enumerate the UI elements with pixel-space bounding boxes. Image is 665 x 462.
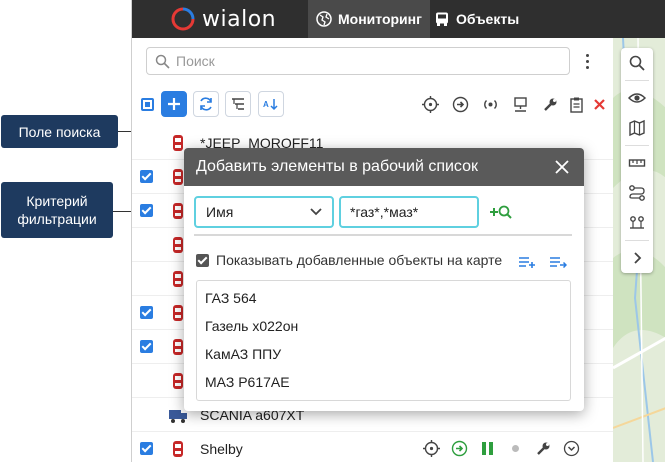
dialog-divider	[194, 234, 572, 236]
filter-criterion-value: Имя	[206, 204, 234, 220]
add-found-icon[interactable]	[489, 202, 513, 222]
commands-button[interactable]	[450, 94, 470, 114]
callout-filter-criterion-text: Критерий фильтрации	[17, 193, 97, 227]
results-list: ГАЗ 564 Газель х022он КамАЗ ППУ МАЗ Р617…	[196, 280, 571, 401]
crosshair-icon	[421, 95, 439, 113]
settings-button[interactable]	[540, 94, 560, 114]
logo-text: wialon	[202, 6, 277, 32]
clipboard-icon	[569, 97, 583, 113]
sort-button[interactable]: A	[258, 91, 284, 117]
status-dot-icon	[506, 439, 524, 457]
logo: wialon	[170, 6, 276, 32]
globe-icon	[316, 11, 332, 27]
search-mask-input[interactable]: *газ*,*маз*	[339, 196, 479, 228]
callout-search-field: Поле поиска	[1, 115, 118, 148]
sort-icon: A	[263, 99, 278, 111]
crosshair-icon[interactable]	[422, 439, 440, 457]
tab-monitoring-label: Мониторинг	[338, 11, 422, 27]
tab-objects[interactable]: Объекты	[426, 0, 527, 38]
geofence-icon	[630, 216, 644, 229]
signal-button[interactable]	[480, 94, 500, 114]
search-icon	[155, 54, 170, 69]
chevron-down-circle-icon[interactable]	[562, 439, 580, 457]
arrow-circle-icon[interactable]	[450, 439, 468, 457]
unit-checkbox[interactable]	[140, 170, 153, 183]
unit-row[interactable]: Shelby	[132, 432, 613, 462]
unit-name: Shelby	[200, 441, 243, 457]
dialog-close-button[interactable]	[552, 157, 572, 177]
hardware-button[interactable]	[510, 94, 530, 114]
search-input[interactable]	[176, 53, 556, 69]
status-bars-icon	[478, 439, 496, 457]
result-item[interactable]: Газель х022он	[197, 312, 570, 340]
chevron-down-icon	[310, 208, 322, 216]
monitoring-toolbar: A	[138, 90, 608, 118]
result-item[interactable]: КамАЗ ППУ	[197, 340, 570, 368]
tree-icon	[232, 98, 244, 110]
map-expand-button[interactable]	[621, 243, 653, 273]
unit-checkbox[interactable]	[140, 306, 153, 319]
map-icon	[629, 119, 645, 137]
unit-checkbox[interactable]	[140, 442, 153, 455]
map-toolbar-divider	[625, 240, 649, 241]
remove-button[interactable]	[589, 94, 609, 114]
map-visibility-button[interactable]	[621, 83, 653, 113]
callout-filter-criterion: Критерий фильтрации	[1, 182, 113, 238]
group-button[interactable]	[225, 91, 251, 117]
add-units-button[interactable]	[161, 91, 187, 117]
tab-objects-label: Объекты	[456, 11, 520, 27]
arrow-circle-icon	[452, 96, 468, 112]
route-icon	[629, 185, 645, 201]
wrench-icon[interactable]	[534, 439, 552, 457]
filter-criterion-select[interactable]: Имя	[194, 196, 334, 228]
close-icon	[555, 160, 569, 174]
close-icon	[593, 98, 605, 110]
wialon-logo-icon	[171, 7, 195, 31]
report-button[interactable]	[566, 94, 586, 114]
add-items-dialog: Добавить элементы в рабочий список Имя *…	[184, 148, 584, 411]
wrench-icon	[543, 98, 556, 111]
map-toolbar-divider	[625, 80, 649, 81]
map-layers-button[interactable]	[621, 113, 653, 143]
map-geofence-button[interactable]	[621, 208, 653, 238]
search-bar[interactable]	[146, 47, 570, 75]
result-item[interactable]: ГАЗ 564	[197, 284, 570, 312]
map-search-button[interactable]	[621, 48, 653, 78]
replace-list-icon[interactable]	[549, 254, 567, 270]
car-icon	[173, 441, 183, 457]
map-toolbar	[621, 48, 653, 273]
map-ruler-button[interactable]	[621, 148, 653, 178]
unit-checkbox[interactable]	[140, 204, 153, 217]
svg-text:A: A	[263, 100, 269, 109]
bus-icon	[436, 12, 448, 26]
app-window: wialon Мониторинг Объекты Поиск A *JEEP_…	[131, 0, 665, 462]
show-on-map-checkbox[interactable]	[196, 254, 209, 267]
map-toolbar-divider	[625, 145, 649, 146]
chevron-right-icon	[634, 252, 642, 264]
more-menu-button[interactable]	[580, 50, 594, 72]
ruler-icon	[628, 159, 646, 167]
search-mask-value: *газ*,*маз*	[350, 204, 419, 220]
unit-actions	[422, 439, 580, 457]
plus-icon	[168, 98, 180, 110]
refresh-button[interactable]	[193, 91, 219, 117]
locate-all-button[interactable]	[420, 94, 440, 114]
result-item[interactable]: МАЗ Р617АЕ	[197, 368, 570, 396]
dialog-title: Добавить элементы в рабочий список	[196, 158, 478, 175]
show-on-map-label: Показывать добавленные объекты на карте	[216, 252, 503, 268]
dialog-header: Добавить элементы в рабочий список	[184, 148, 584, 186]
add-all-icon[interactable]	[518, 254, 536, 270]
search-icon	[629, 55, 645, 71]
eye-icon	[628, 93, 646, 103]
refresh-icon	[200, 97, 212, 111]
tab-monitoring[interactable]: Мониторинг	[308, 0, 430, 38]
select-all-checkbox[interactable]	[141, 98, 154, 111]
unit-checkbox[interactable]	[140, 340, 153, 353]
map-route-button[interactable]	[621, 178, 653, 208]
signal-icon	[483, 99, 497, 109]
top-bar: wialon Мониторинг Объекты	[132, 0, 665, 38]
monitor-icon	[513, 96, 527, 112]
